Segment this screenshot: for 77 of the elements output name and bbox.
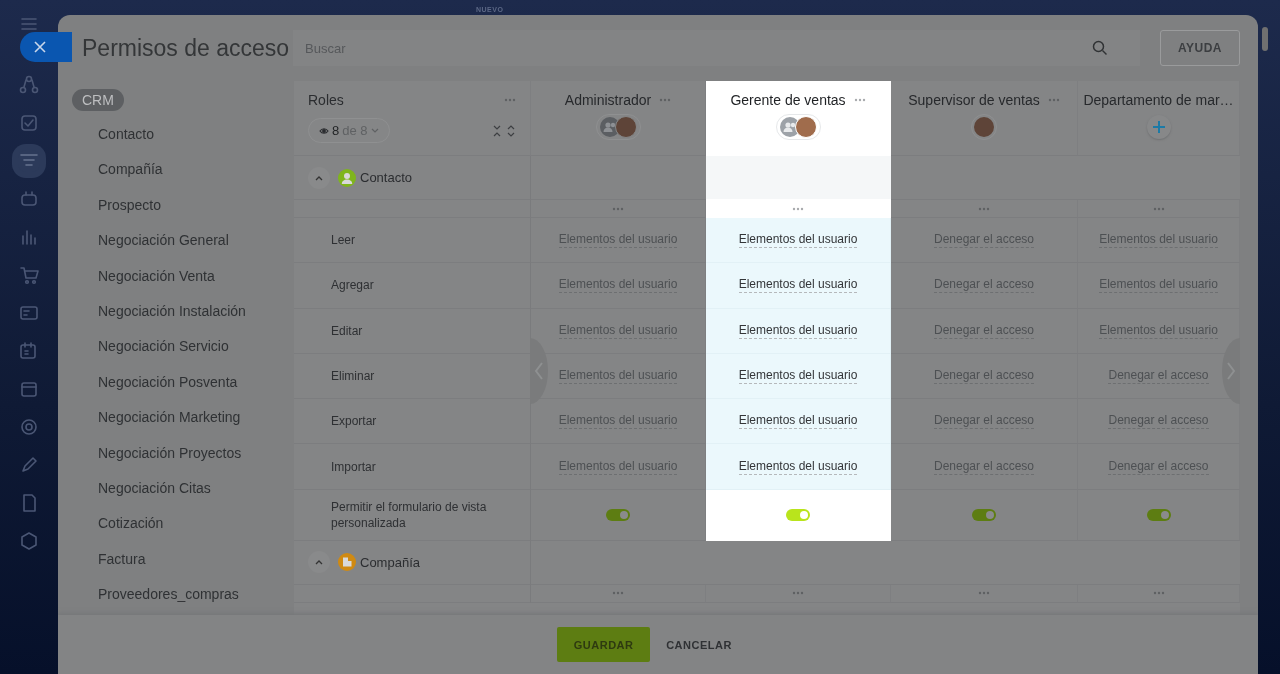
nav-item[interactable] [18,74,40,96]
permission-label: Editar [331,322,363,339]
help-button[interactable]: AYUDA [1160,30,1240,66]
more-icon[interactable] [792,206,804,211]
sidebar-item[interactable]: Contacto [72,117,294,153]
toggle-switch[interactable] [1146,508,1171,521]
more-icon[interactable] [978,206,990,211]
sidebar-item[interactable]: Negociación Proyectos [72,435,294,471]
sidebar-item[interactable]: Negociación Citas [72,470,294,507]
permission-label: Importar [331,458,376,475]
nav-item[interactable] [18,416,40,438]
search-icon[interactable] [1092,40,1108,56]
cart-icon [18,264,40,286]
sidebar-item[interactable]: Negociación General [72,223,294,259]
more-icon[interactable] [612,206,624,211]
checkbox-icon [18,112,40,134]
plus-icon [1152,121,1165,133]
nav-item[interactable] [18,264,40,286]
nav-item[interactable] [18,112,40,134]
section-title: Contacto [360,170,413,185]
permission-label: Exportar [331,413,377,430]
add-member-button[interactable] [1146,115,1171,139]
save-button[interactable]: GUARDAR [557,627,651,662]
toggle-switch[interactable] [972,508,996,521]
group-icon [599,117,620,137]
sidebar-item[interactable]: Negociación Instalación [72,293,294,330]
sidebar-item[interactable]: Negociación Marketing [72,400,294,436]
permission-label: Agregar [331,277,374,294]
sidebar-item[interactable]: Negociación Servicio [72,329,294,365]
expand-icon[interactable] [506,124,516,137]
permission-label: Leer [331,232,356,249]
close-icon [34,41,46,53]
role-name[interactable]: Departamento de mar… [1083,92,1234,108]
scrollbar-thumb[interactable] [1262,27,1268,51]
more-icon[interactable] [792,591,804,596]
more-icon[interactable] [504,98,516,102]
sidebar-item[interactable]: Negociación Venta [72,258,294,294]
more-icon[interactable] [1152,206,1165,211]
sidebar-item[interactable]: Factura [72,541,294,578]
more-icon[interactable] [1047,98,1060,102]
collapse-icon[interactable] [492,124,502,137]
more-icon[interactable] [659,98,672,102]
nodes-icon [18,74,40,96]
role-name[interactable]: Supervisor de ventas [908,92,1040,108]
sidebar-item[interactable]: Proveedores_compras [72,577,294,613]
user-avatar [614,116,637,138]
more-icon[interactable] [978,591,990,596]
close-button[interactable] [20,32,72,62]
more-icon[interactable] [612,591,624,596]
dialog-title: Permisos de acceso [82,34,291,62]
chevron-up-icon[interactable] [308,551,330,574]
toggle-switch[interactable] [606,508,630,521]
sidebar-item[interactable]: Cotización [72,506,294,542]
sidebar-item[interactable]: Negociación Posventa [72,364,294,401]
member-avatars[interactable] [595,114,641,140]
section-title: Compañía [360,554,420,570]
role-name[interactable]: Gerente de ventas [730,92,846,108]
filter-count: 8 [332,123,340,138]
user-avatar [974,117,994,137]
column-header: Roles [308,92,344,108]
group-icon [779,117,800,137]
chevron-down-icon [370,127,379,134]
sidebar-item[interactable]: Compañía [72,152,294,188]
more-icon[interactable] [853,98,866,102]
sidebar-item[interactable]: Prospecto [72,187,294,224]
permission-label: Permitir el formulario de vista personalizada [331,498,488,531]
chevron-up-icon[interactable] [308,166,330,189]
user-avatar [794,116,817,138]
role-name[interactable]: Administrador [564,92,652,108]
group-label: CRM [72,89,124,111]
target-icon [18,416,40,438]
permission-label: Eliminar [331,368,375,385]
eye-icon [319,126,329,135]
more-icon[interactable] [1152,591,1165,596]
cancel-button[interactable]: CANCELAR [666,638,732,651]
toggle-switch[interactable] [786,508,810,521]
member-avatars[interactable] [971,114,997,140]
